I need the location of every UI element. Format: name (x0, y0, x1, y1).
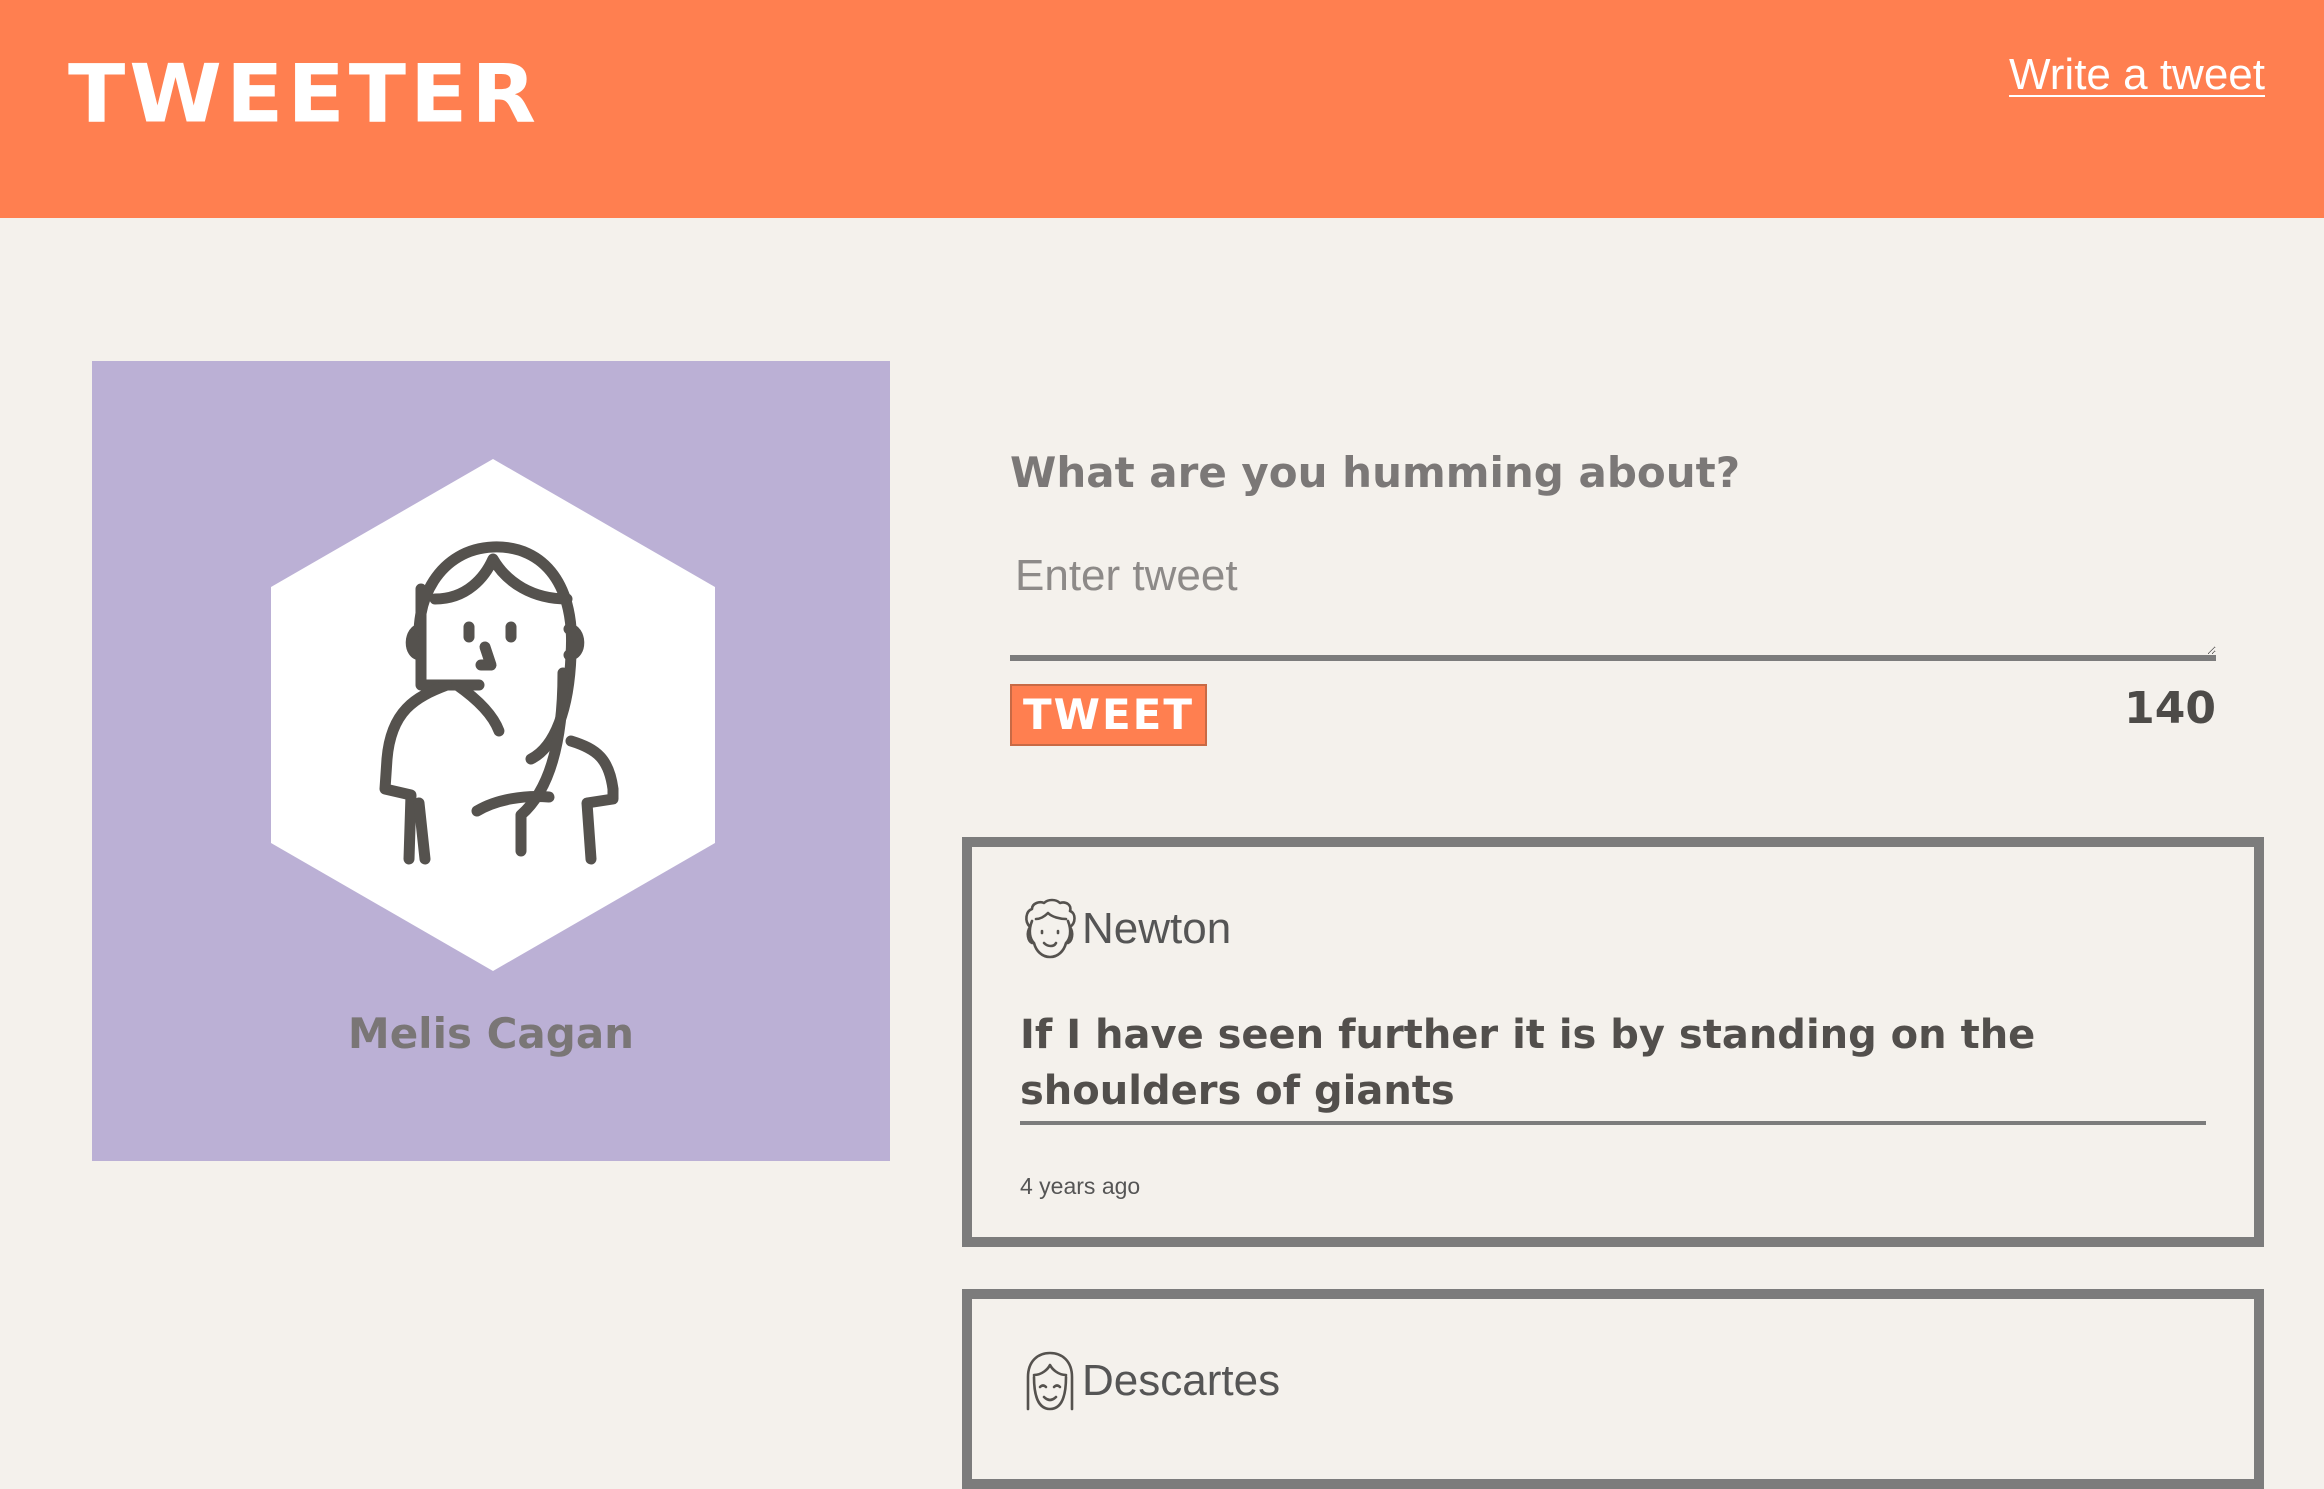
top-navbar: TWEETER Write a tweet (0, 0, 2324, 218)
write-tweet-link[interactable]: Write a tweet (2009, 50, 2265, 100)
tweet-button[interactable]: TWEET (1010, 684, 1207, 746)
tweet-author: Descartes (1020, 1349, 1280, 1413)
tweet-card: Newton If I have seen further it is by s… (962, 837, 2264, 1247)
descartes-avatar-icon (1026, 1351, 1074, 1411)
user-avatar-icon (271, 459, 715, 971)
tweet-author-name[interactable]: Newton (1082, 904, 1231, 954)
profile-card: Melis Cagan (92, 361, 890, 1161)
tweet-composer: What are you humming about? TWEET 140 (1010, 448, 2216, 746)
tweet-card: Descartes (962, 1289, 2264, 1489)
tweet-timestamp: 4 years ago (1020, 1173, 1141, 1199)
char-counter: 140 (2124, 683, 2216, 734)
app-logo[interactable]: TWEETER (68, 54, 540, 134)
tweet-author: Newton (1020, 897, 1231, 961)
newton-avatar-icon (1025, 898, 1076, 959)
tweet-text: If I have seen further it is by standing… (1020, 1007, 2206, 1125)
composer-label: What are you humming about? (1010, 448, 1741, 497)
profile-name: Melis Cagan (347, 1009, 635, 1058)
tweet-author-name[interactable]: Descartes (1082, 1356, 1280, 1406)
tweet-input[interactable] (1010, 543, 2216, 661)
